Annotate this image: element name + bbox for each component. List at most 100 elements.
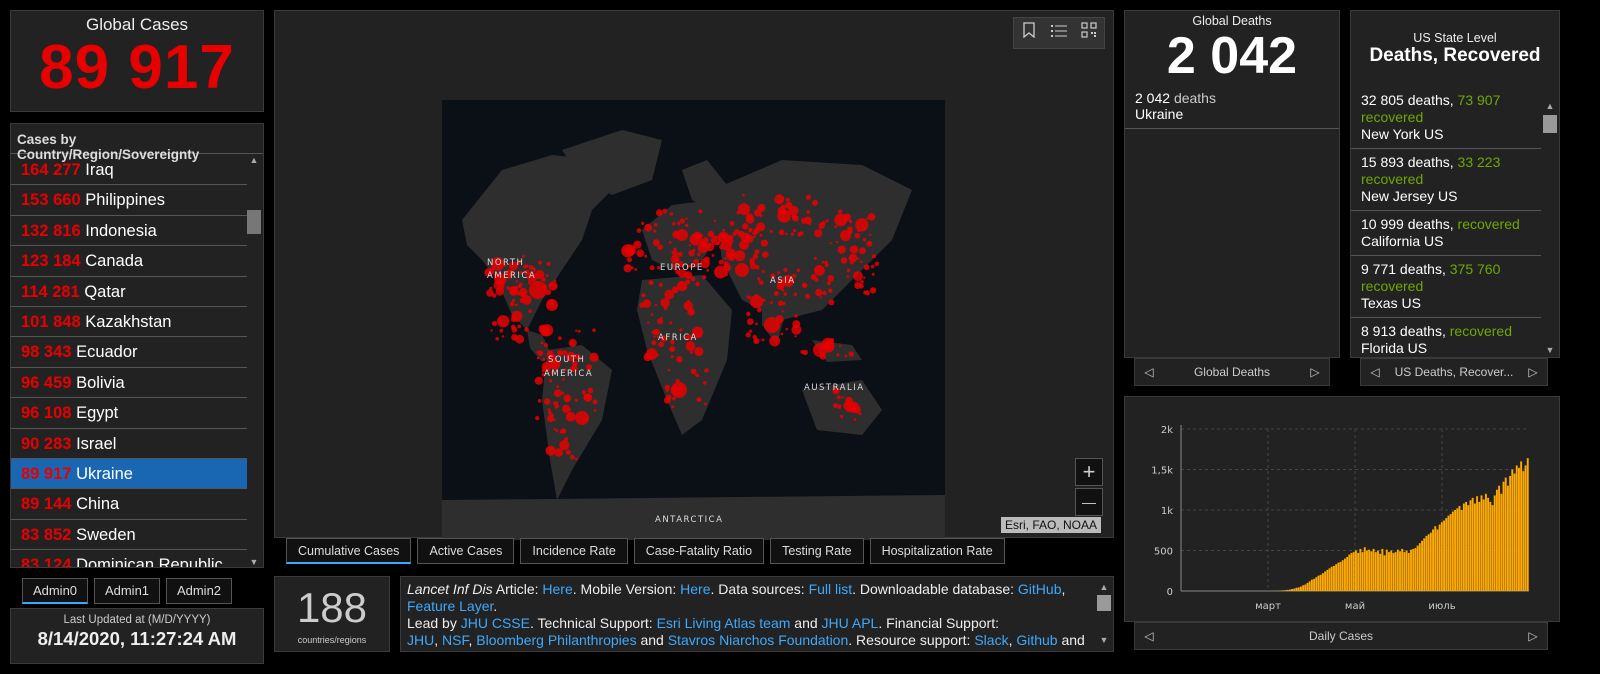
country-list-item[interactable]: 164 277 Iraq xyxy=(11,155,247,186)
case-bubble[interactable] xyxy=(642,299,652,308)
case-bubble[interactable] xyxy=(702,380,707,385)
scroll-thumb[interactable] xyxy=(1543,115,1557,133)
bookmark-icon[interactable] xyxy=(1014,18,1044,48)
daily-bar[interactable] xyxy=(1352,552,1355,591)
us-state-scrollbar[interactable]: ▲ ▼ xyxy=(1543,101,1557,355)
tab-admin2[interactable]: Admin2 xyxy=(166,578,232,604)
case-bubble[interactable] xyxy=(669,346,676,352)
case-bubble[interactable] xyxy=(846,268,851,273)
case-bubble[interactable] xyxy=(699,239,705,245)
country-list-item[interactable]: 89 917 Ukraine xyxy=(11,458,247,490)
daily-bar[interactable] xyxy=(1399,551,1401,591)
daily-bar[interactable] xyxy=(1321,573,1324,591)
us-state-item[interactable]: 15 893 deaths, 33 223 recovered New Jerse… xyxy=(1351,149,1541,211)
daily-bar[interactable] xyxy=(1308,581,1311,591)
case-bubble[interactable] xyxy=(755,322,758,326)
case-bubble[interactable] xyxy=(654,223,658,227)
case-bubble[interactable] xyxy=(535,416,540,421)
case-bubble[interactable] xyxy=(528,309,532,313)
case-bubble[interactable] xyxy=(679,218,685,224)
case-bubble[interactable] xyxy=(544,398,551,405)
daily-bar[interactable] xyxy=(1379,553,1382,591)
legend-list-icon[interactable] xyxy=(1044,18,1074,48)
case-bubble[interactable] xyxy=(536,356,540,360)
case-bubble[interactable] xyxy=(780,204,786,210)
case-bubble[interactable] xyxy=(624,244,636,256)
case-bubble[interactable] xyxy=(690,368,697,375)
country-list-item[interactable]: 96 108 Egypt xyxy=(11,398,247,429)
case-bubble[interactable] xyxy=(547,408,551,412)
daily-bar[interactable] xyxy=(1297,587,1300,591)
case-bubble[interactable] xyxy=(761,338,765,342)
case-bubble[interactable] xyxy=(654,239,657,242)
daily-bar[interactable] xyxy=(1484,493,1487,591)
daily-bar[interactable] xyxy=(1348,554,1351,591)
case-bubble[interactable] xyxy=(840,230,851,242)
slack-link[interactable]: Slack xyxy=(974,632,1008,648)
case-bubble[interactable] xyxy=(797,233,801,237)
daily-bar[interactable] xyxy=(1425,535,1428,591)
case-bubble[interactable] xyxy=(871,254,876,259)
daily-bar[interactable] xyxy=(1445,518,1448,591)
case-bubble[interactable] xyxy=(747,217,751,221)
case-bubble[interactable] xyxy=(854,233,861,239)
case-bubble[interactable] xyxy=(871,272,875,276)
case-bubble[interactable] xyxy=(569,454,575,460)
daily-bar[interactable] xyxy=(1447,515,1450,591)
daily-bar[interactable] xyxy=(1478,501,1481,591)
case-bubble[interactable] xyxy=(780,332,784,336)
daily-bar[interactable] xyxy=(1471,497,1474,591)
daily-bar[interactable] xyxy=(1293,588,1296,591)
case-bubble[interactable] xyxy=(587,387,594,394)
case-bubble[interactable] xyxy=(668,241,672,244)
case-bubble[interactable] xyxy=(870,264,875,269)
zoom-in-button[interactable]: + xyxy=(1075,458,1103,486)
daily-bar[interactable] xyxy=(1396,549,1399,591)
case-bubble[interactable] xyxy=(848,402,860,413)
case-bubble[interactable] xyxy=(689,350,693,354)
daily-cases-chart[interactable]: 0 500 1k 1,5k 2k март май июль xyxy=(1125,397,1559,621)
global-deaths-row[interactable]: 2 042 deaths Ukraine xyxy=(1125,84,1339,129)
case-bubble[interactable] xyxy=(688,244,691,247)
case-bubble[interactable] xyxy=(648,280,654,286)
daily-bar[interactable] xyxy=(1515,465,1518,591)
case-bubble[interactable] xyxy=(759,214,763,218)
case-bubble[interactable] xyxy=(577,329,581,333)
daily-bar[interactable] xyxy=(1288,589,1291,591)
case-bubble[interactable] xyxy=(509,301,515,307)
country-list-item[interactable]: 83 852 Sweden xyxy=(11,520,247,551)
daily-bar[interactable] xyxy=(1473,503,1476,591)
daily-bar[interactable] xyxy=(1451,511,1454,591)
scroll-down-icon[interactable]: ▼ xyxy=(1543,345,1557,355)
case-bubble[interactable] xyxy=(575,457,578,461)
prev-arrow-icon[interactable]: ◁ xyxy=(1139,623,1159,649)
case-bubble[interactable] xyxy=(806,210,811,214)
case-bubble[interactable] xyxy=(760,239,768,247)
case-bubble[interactable] xyxy=(869,287,877,294)
case-bubble[interactable] xyxy=(722,228,725,232)
case-bubble[interactable] xyxy=(704,368,709,373)
case-bubble[interactable] xyxy=(545,445,556,456)
github-support-link[interactable]: Github xyxy=(1016,632,1057,648)
daily-bar[interactable] xyxy=(1493,495,1496,591)
case-bubble[interactable] xyxy=(860,260,863,263)
case-bubble[interactable] xyxy=(734,250,746,262)
case-bubble[interactable] xyxy=(857,228,861,232)
case-bubble[interactable] xyxy=(565,411,576,422)
info-scrollbar[interactable]: ▲ ▼ xyxy=(1097,579,1111,649)
case-bubble[interactable] xyxy=(752,253,759,260)
case-bubble[interactable] xyxy=(802,349,808,356)
daily-bar[interactable] xyxy=(1434,526,1437,591)
case-bubble[interactable] xyxy=(761,270,765,273)
case-bubble[interactable] xyxy=(866,217,869,221)
case-bubble[interactable] xyxy=(794,335,797,338)
us-state-item[interactable]: 8 913 deaths, recovered Florida US xyxy=(1351,318,1541,357)
daily-bar[interactable] xyxy=(1491,505,1494,591)
daily-bar[interactable] xyxy=(1299,586,1302,591)
daily-bar[interactable] xyxy=(1429,532,1432,591)
case-bubble[interactable] xyxy=(796,268,801,272)
scroll-up-icon[interactable]: ▲ xyxy=(1097,579,1111,596)
daily-bar[interactable] xyxy=(1315,577,1318,591)
case-bubble[interactable] xyxy=(785,232,788,236)
case-bubble[interactable] xyxy=(716,241,720,246)
